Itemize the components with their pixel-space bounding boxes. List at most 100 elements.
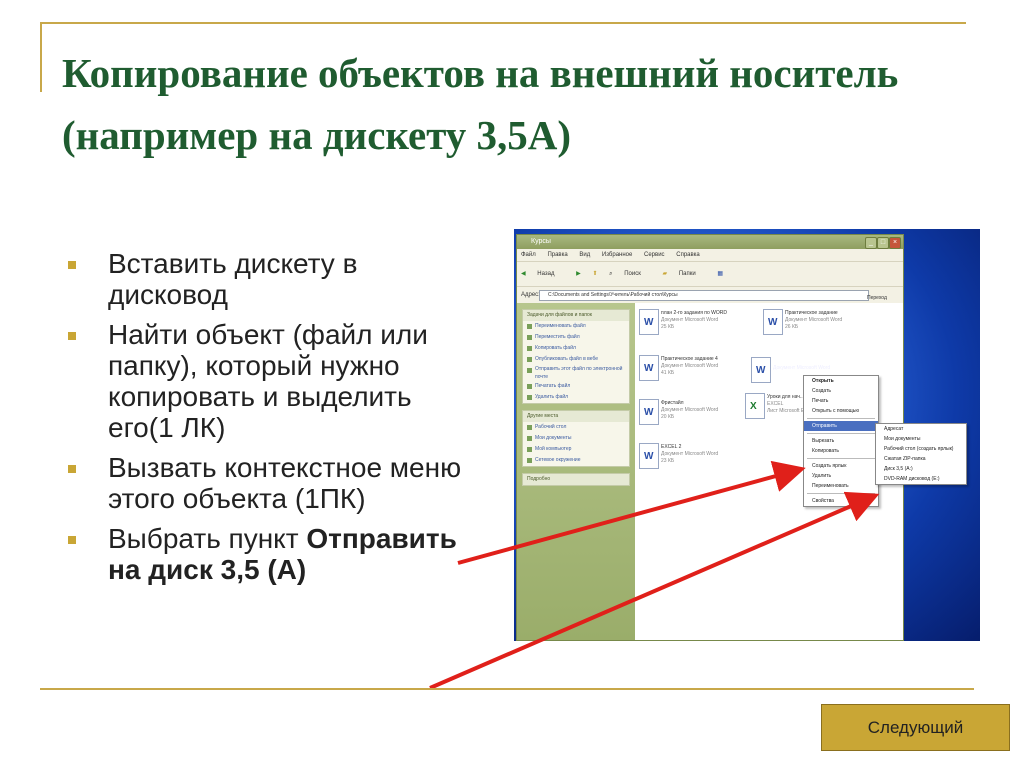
word-file-icon bbox=[751, 357, 771, 383]
file-item[interactable]: ФристайлДокумент Microsoft Word20 КБ bbox=[639, 399, 759, 433]
send-to-desktop[interactable]: Рабочий стол (создать ярлык) bbox=[876, 444, 966, 454]
file-size: 41 КБ bbox=[661, 370, 675, 376]
ctx-copy[interactable]: Копировать bbox=[804, 446, 878, 456]
word-file-icon bbox=[639, 443, 659, 469]
step-item: Найти объект (файл или папку), который н… bbox=[68, 319, 468, 443]
back-button[interactable]: ◀ Назад bbox=[521, 271, 565, 277]
bullet-marker bbox=[68, 536, 76, 544]
details-header[interactable]: Подробно bbox=[523, 474, 629, 485]
file-tasks-box: Задачи для файлов и папок Переименовать … bbox=[522, 309, 630, 404]
slide-title: Копирование объектов на внешний носитель… bbox=[62, 50, 899, 158]
search-icon: ⌕ bbox=[609, 271, 613, 277]
step-item: Вставить дискету в дисковод bbox=[68, 248, 468, 310]
ctx-open[interactable]: Открыть bbox=[804, 376, 878, 386]
toolbar: ◀ Назад ▶ ⬆ ⌕ Поиск ▰ Папки ▦ bbox=[517, 262, 903, 287]
file-item[interactable]: план 2-го задания по WORDДокумент Micros… bbox=[639, 309, 759, 343]
file-size: 25 КБ bbox=[661, 324, 675, 330]
frame-line-top bbox=[40, 22, 966, 24]
file-type: Документ Microsoft Word bbox=[661, 451, 719, 457]
minimize-icon[interactable]: _ bbox=[865, 237, 877, 249]
file-name: Уроки для нач... bbox=[767, 394, 805, 400]
send-to-submenu: Адресат Мои документы Рабочий стол (созд… bbox=[875, 423, 967, 485]
ctx-create-shortcut[interactable]: Создать ярлык bbox=[804, 461, 878, 471]
step-text: Вставить дискету в дисковод bbox=[108, 248, 358, 310]
file-type: Документ Microsoft Word bbox=[773, 365, 831, 371]
ctx-rename[interactable]: Переименовать bbox=[804, 481, 878, 491]
word-file-icon bbox=[639, 399, 659, 425]
close-icon[interactable]: × bbox=[889, 237, 901, 249]
ctx-separator bbox=[807, 493, 875, 494]
place-my-documents[interactable]: Мои документы bbox=[523, 433, 629, 444]
menu-favorites[interactable]: Избранное bbox=[602, 252, 632, 258]
word-file-icon bbox=[639, 309, 659, 335]
ctx-send-to[interactable]: Отправить bbox=[804, 421, 878, 431]
place-desktop[interactable]: Рабочий стол bbox=[523, 422, 629, 433]
task-print[interactable]: Печатать файл bbox=[523, 381, 629, 392]
window-titlebar: Курсы _ □ × bbox=[517, 235, 903, 249]
task-move[interactable]: Переместить файл bbox=[523, 332, 629, 343]
file-item[interactable]: Практическое заданиеДокумент Microsoft W… bbox=[763, 309, 883, 343]
next-button[interactable]: Следующий bbox=[821, 704, 1010, 751]
file-size: 20 КБ bbox=[661, 414, 675, 420]
task-publish[interactable]: Опубликовать файл в вебе bbox=[523, 354, 629, 365]
file-type: Документ Microsoft Word bbox=[661, 317, 719, 323]
window-title: Курсы bbox=[531, 238, 551, 245]
ctx-open-with[interactable]: Открыть с помощью bbox=[804, 406, 878, 416]
ctx-separator bbox=[807, 433, 875, 434]
menu-view[interactable]: Вид bbox=[579, 252, 590, 258]
folder-icon: ▰ bbox=[662, 271, 668, 277]
bullet-marker bbox=[68, 261, 76, 269]
menu-edit[interactable]: Правка bbox=[547, 252, 567, 258]
ctx-separator bbox=[807, 418, 875, 419]
steps-list: Вставить дискету в дисковод Найти объект… bbox=[68, 248, 468, 594]
search-button[interactable]: ⌕ Поиск bbox=[609, 271, 651, 277]
task-email[interactable]: Отправить этот файл по электронной почте bbox=[523, 365, 629, 381]
send-to-dvd-e[interactable]: DVD-RAM дисковод (E:) bbox=[876, 474, 966, 484]
send-to-zip[interactable]: Сжатая ZIP-папка bbox=[876, 454, 966, 464]
place-my-computer[interactable]: Мой компьютер bbox=[523, 444, 629, 455]
details-box: Подробно bbox=[522, 473, 630, 486]
maximize-icon[interactable]: □ bbox=[877, 237, 889, 249]
file-item[interactable]: Практическое задание 4Документ Microsoft… bbox=[639, 355, 759, 389]
file-tasks-header[interactable]: Задачи для файлов и папок bbox=[523, 310, 629, 321]
file-item[interactable]: EXCEL 2Документ Microsoft Word23 КБ bbox=[639, 443, 759, 477]
menu-bar: Файл Правка Вид Избранное Сервис Справка bbox=[517, 249, 903, 262]
task-rename[interactable]: Переименовать файл bbox=[523, 321, 629, 332]
folders-button[interactable]: ▰ Папки bbox=[663, 271, 706, 277]
word-file-icon bbox=[639, 355, 659, 381]
ctx-properties[interactable]: Свойства bbox=[804, 496, 878, 506]
back-label: Назад bbox=[537, 271, 555, 277]
place-network[interactable]: Сетевое окружение bbox=[523, 455, 629, 466]
step-text: Найти объект (файл или папку), который н… bbox=[108, 319, 428, 443]
send-to-recipient[interactable]: Адресат bbox=[876, 424, 966, 434]
menu-file[interactable]: Файл bbox=[521, 252, 536, 258]
views-icon[interactable]: ▦ bbox=[717, 271, 723, 277]
other-places-header[interactable]: Другие места bbox=[523, 411, 629, 422]
file-name: EXCEL 2 bbox=[661, 444, 682, 450]
step-item: Вызвать контекстное меню этого объекта (… bbox=[68, 452, 468, 514]
forward-icon[interactable]: ▶ bbox=[576, 271, 581, 277]
ctx-print[interactable]: Печать bbox=[804, 396, 878, 406]
ctx-cut[interactable]: Вырезать bbox=[804, 436, 878, 446]
menu-tools[interactable]: Сервис bbox=[644, 252, 665, 258]
send-to-my-documents[interactable]: Мои документы bbox=[876, 434, 966, 444]
file-name: Практическое задание bbox=[785, 310, 838, 316]
task-delete[interactable]: Удалить файл bbox=[523, 392, 629, 403]
file-name: Урок 2 bbox=[773, 358, 788, 364]
address-input[interactable]: C:\Documents and Settings\Учитель\Рабочи… bbox=[539, 290, 869, 301]
file-name: Практическое задание 4 bbox=[661, 356, 718, 362]
task-copy[interactable]: Копировать файл bbox=[523, 343, 629, 354]
frame-line-left bbox=[40, 22, 42, 92]
folders-label: Папки bbox=[678, 271, 696, 277]
ctx-new[interactable]: Создать bbox=[804, 386, 878, 396]
address-label: Адрес: bbox=[521, 292, 540, 298]
up-folder-icon[interactable]: ⬆ bbox=[592, 271, 597, 277]
context-menu: Открыть Создать Печать Открыть с помощью… bbox=[803, 375, 879, 507]
address-bar: Адрес: C:\Documents and Settings\Учитель… bbox=[517, 287, 903, 304]
menu-help[interactable]: Справка bbox=[676, 252, 700, 258]
explorer-window: Курсы _ □ × Файл Правка Вид Избранное Се… bbox=[516, 234, 967, 641]
send-to-floppy-a[interactable]: Диск 3,5 (A:) bbox=[876, 464, 966, 474]
ctx-delete[interactable]: Удалить bbox=[804, 471, 878, 481]
step-item: Выбрать пункт Отправить на диск 3,5 (А) bbox=[68, 523, 468, 585]
file-name: Фристайл bbox=[661, 400, 684, 406]
